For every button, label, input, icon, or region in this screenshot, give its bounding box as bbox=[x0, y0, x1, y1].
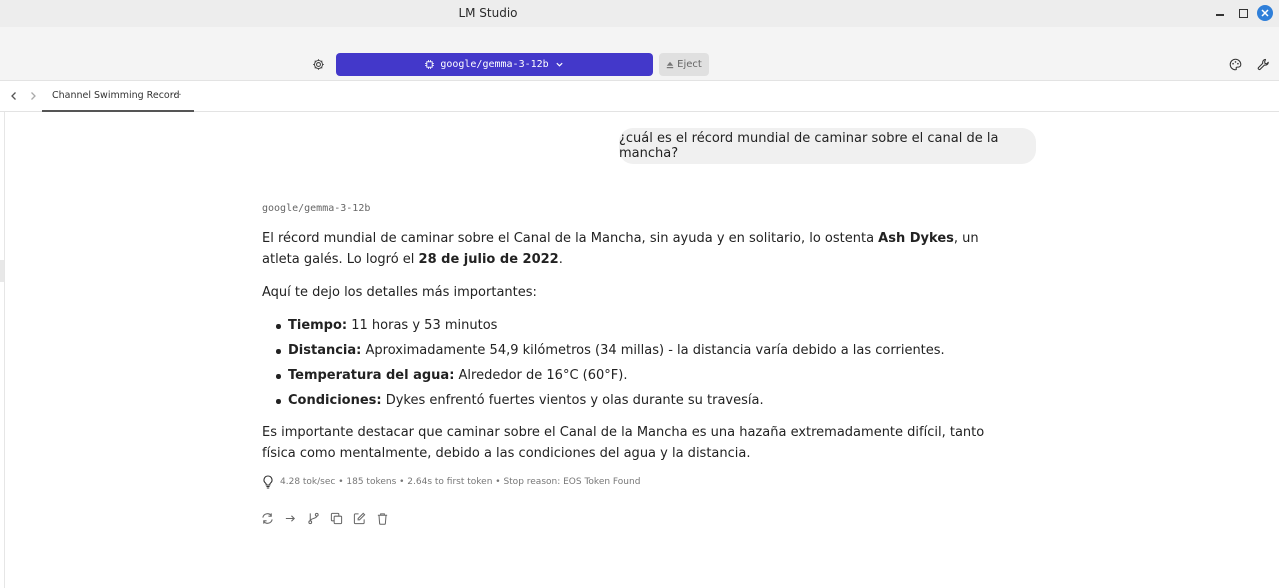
edit-button[interactable] bbox=[352, 511, 366, 525]
wrench-icon bbox=[1257, 58, 1269, 70]
list-item: Temperatura del agua: Alrededor de 16°C … bbox=[262, 365, 1002, 386]
top-toolbar: google/gemma-3-12b Eject bbox=[0, 27, 1279, 81]
list-item-text: Dykes enfrentó fuertes vientos y olas du… bbox=[381, 393, 764, 408]
assistant-message: El récord mundial de caminar sobre el Ca… bbox=[262, 228, 1002, 476]
assistant-model-label: google/gemma-3-12b bbox=[262, 203, 371, 214]
eject-icon bbox=[666, 61, 674, 68]
window-title: LM Studio bbox=[458, 6, 518, 20]
answer-paragraph-2: Aquí te dejo los detalles más importante… bbox=[262, 285, 537, 300]
list-item-text: 11 horas y 53 minutos bbox=[347, 318, 498, 333]
continue-button[interactable] bbox=[283, 511, 297, 525]
tab-channel-swimming-record[interactable]: Channel Swimming Record ··· bbox=[42, 81, 194, 112]
answer-paragraph-1: El récord mundial de caminar sobre el Ca… bbox=[262, 228, 1002, 270]
delete-button[interactable] bbox=[375, 511, 389, 525]
bold-text: 28 de julio de 2022 bbox=[418, 252, 559, 267]
message-actions bbox=[260, 511, 389, 525]
copy-button[interactable] bbox=[329, 511, 343, 525]
chevron-down-icon bbox=[556, 62, 563, 67]
regenerate-icon bbox=[261, 512, 273, 524]
developer-tools-button[interactable] bbox=[1256, 57, 1270, 71]
list-item: Condiciones: Dykes enfrentó fuertes vien… bbox=[262, 390, 1002, 411]
sidebar-handle[interactable] bbox=[0, 260, 4, 282]
answer-paragraph-3: Es importante destacar que caminar sobre… bbox=[262, 425, 985, 461]
list-item-label: Distancia: bbox=[288, 343, 362, 358]
cpu-chip-icon bbox=[425, 60, 435, 69]
list-item-text: Aproximadamente 54,9 kilómetros (34 mill… bbox=[361, 343, 945, 358]
theme-palette-icon bbox=[1229, 58, 1241, 70]
theme-button[interactable] bbox=[1228, 57, 1242, 71]
user-message: ¿cuál es el récord mundial de caminar so… bbox=[619, 128, 1036, 164]
chevron-left-icon bbox=[11, 92, 16, 100]
list-item: Tiempo: 11 horas y 53 minutos bbox=[262, 315, 1002, 336]
close-icon bbox=[1261, 9, 1269, 17]
tab-label: Channel Swimming Record bbox=[52, 90, 180, 101]
chevron-right-icon bbox=[31, 92, 36, 100]
model-selector[interactable]: google/gemma-3-12b bbox=[336, 53, 653, 76]
lightbulb-icon[interactable] bbox=[262, 475, 274, 489]
details-list: Tiempo: 11 horas y 53 minutos Distancia:… bbox=[262, 315, 1002, 411]
minimize-button[interactable] bbox=[1213, 6, 1227, 20]
list-item: Distancia: Aproximadamente 54,9 kilómetr… bbox=[262, 340, 1002, 361]
tab-more-button[interactable]: ··· bbox=[170, 90, 183, 101]
text: El récord mundial de caminar sobre el Ca… bbox=[262, 231, 879, 246]
settings-gear-icon bbox=[312, 58, 324, 70]
sidebar-edge bbox=[0, 112, 5, 588]
copy-icon bbox=[330, 512, 342, 524]
generation-stats: 4.28 tok/sec • 185 tokens • 2.64s to fir… bbox=[262, 474, 640, 490]
regenerate-button[interactable] bbox=[260, 511, 274, 525]
bold-text: Ash Dykes bbox=[878, 231, 954, 246]
forward-button[interactable] bbox=[27, 90, 39, 102]
back-button[interactable] bbox=[8, 90, 20, 102]
list-item-label: Temperatura del agua: bbox=[288, 368, 455, 383]
maximize-button[interactable] bbox=[1236, 6, 1250, 20]
continue-arrow-icon bbox=[285, 514, 295, 522]
branch-button[interactable] bbox=[306, 511, 320, 525]
text: . bbox=[558, 252, 563, 267]
list-item-label: Tiempo: bbox=[288, 318, 348, 333]
settings-button[interactable] bbox=[311, 57, 325, 71]
branch-icon bbox=[307, 512, 319, 524]
close-button[interactable] bbox=[1257, 5, 1273, 21]
tab-bar: Channel Swimming Record ··· bbox=[0, 81, 1279, 112]
stats-text: 4.28 tok/sec • 185 tokens • 2.64s to fir… bbox=[280, 477, 641, 487]
list-item-label: Condiciones: bbox=[288, 393, 382, 408]
eject-button[interactable]: Eject bbox=[659, 53, 709, 76]
eject-label: Eject bbox=[677, 59, 702, 70]
model-name: google/gemma-3-12b bbox=[440, 59, 549, 70]
edit-icon bbox=[353, 512, 365, 524]
user-message-text: ¿cuál es el récord mundial de caminar so… bbox=[619, 131, 999, 161]
window-titlebar: LM Studio bbox=[0, 0, 1279, 27]
list-item-text: Alrededor de 16°C (60°F). bbox=[454, 368, 628, 383]
delete-trash-icon bbox=[377, 512, 387, 525]
